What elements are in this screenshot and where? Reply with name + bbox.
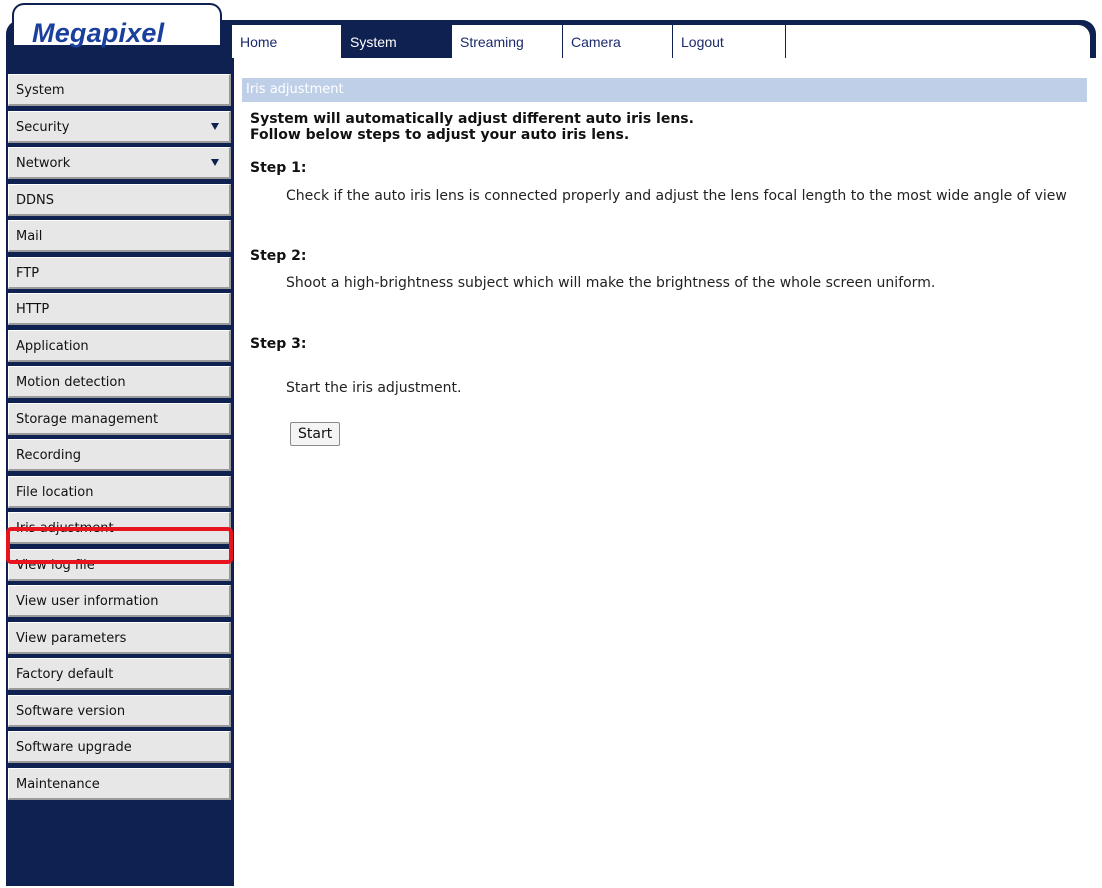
sidebar-item-label: System <box>16 83 65 98</box>
brand-logo: Megapixel <box>32 18 165 48</box>
sidebar-item-label: DDNS <box>16 192 54 208</box>
chevron-down-icon <box>211 159 219 166</box>
sidebar-item-ftp[interactable]: FTP <box>8 256 231 289</box>
tab-home[interactable]: Home <box>232 25 342 58</box>
intro-line-2: Follow below steps to adjust your auto i… <box>250 127 630 143</box>
sidebar-item-label: File location <box>16 484 94 500</box>
step-1-title: Step 1: <box>250 160 307 176</box>
sidebar-item-label: View user information <box>16 594 159 609</box>
tab-logout[interactable]: Logout <box>673 25 786 58</box>
sidebar-item-label: Software upgrade <box>16 740 132 755</box>
page-title: Iris adjustment <box>242 78 1087 102</box>
sidebar-item-system[interactable]: System <box>8 74 231 106</box>
sidebar-item-label: Storage management <box>16 411 159 427</box>
sidebar-item-storage-management[interactable]: Storage management <box>8 402 231 435</box>
step-3-title: Step 3: <box>250 336 307 352</box>
sidebar-item-view-user-information[interactable]: View user information <box>8 585 231 617</box>
step-1-text: Check if the auto iris lens is connected… <box>286 188 1067 204</box>
step-3-text: Start the iris adjustment. <box>286 380 462 396</box>
sidebar-item-label: View parameters <box>16 630 127 646</box>
sidebar-item-application[interactable]: Application <box>8 329 231 362</box>
tab-camera[interactable]: Camera <box>563 25 673 58</box>
top-navigation: Home System Streaming Camera Logout <box>232 25 1090 58</box>
sidebar-item-label: FTP <box>16 265 40 281</box>
sidebar-item-ddns[interactable]: DDNS <box>8 183 231 216</box>
sidebar-item-label: Maintenance <box>16 776 100 792</box>
sidebar-item-motion-detection[interactable]: Motion detection <box>8 366 231 398</box>
sidebar-item-label: Motion detection <box>16 375 126 390</box>
sidebar-item-label: Security <box>16 119 70 135</box>
sidebar-item-factory-default[interactable]: Factory default <box>8 658 231 690</box>
intro-line-1: System will automatically adjust differe… <box>250 111 694 127</box>
sidebar-item-label: Application <box>16 338 89 354</box>
sidebar-item-label: HTTP <box>16 302 50 317</box>
highlight-box <box>6 527 233 564</box>
sidebar-item-security[interactable]: Security <box>8 110 231 143</box>
sidebar-item-recording[interactable]: Recording <box>8 439 231 471</box>
sidebar-item-label: Software version <box>16 703 126 719</box>
chevron-down-icon <box>211 122 219 130</box>
sidebar-item-label: Factory default <box>16 667 114 682</box>
sidebar: System Security Network DDNS Mail FTP HT… <box>8 74 231 804</box>
step-2-title: Step 2: <box>250 248 307 264</box>
step-2-text: Shoot a high-brightness subject which wi… <box>286 275 936 291</box>
intro-text: System will automatically adjust differe… <box>250 111 694 143</box>
tab-system[interactable]: System <box>342 25 452 58</box>
main-content: Iris adjustment System will automaticall… <box>234 58 1096 886</box>
sidebar-item-file-location[interactable]: File location <box>8 475 231 508</box>
sidebar-item-software-version[interactable]: Software version <box>8 694 231 727</box>
sidebar-item-label: Network <box>16 156 71 171</box>
sidebar-item-software-upgrade[interactable]: Software upgrade <box>8 731 231 763</box>
sidebar-item-mail[interactable]: Mail <box>8 220 231 252</box>
sidebar-item-maintenance[interactable]: Maintenance <box>8 767 231 800</box>
sidebar-item-view-parameters[interactable]: View parameters <box>8 621 231 654</box>
sidebar-item-network[interactable]: Network <box>8 147 231 179</box>
sidebar-item-label: Mail <box>16 229 43 244</box>
start-button[interactable]: Start <box>290 422 341 446</box>
sidebar-item-http[interactable]: HTTP <box>8 293 231 325</box>
sidebar-item-label: Recording <box>16 448 82 463</box>
tab-streaming[interactable]: Streaming <box>452 25 563 58</box>
